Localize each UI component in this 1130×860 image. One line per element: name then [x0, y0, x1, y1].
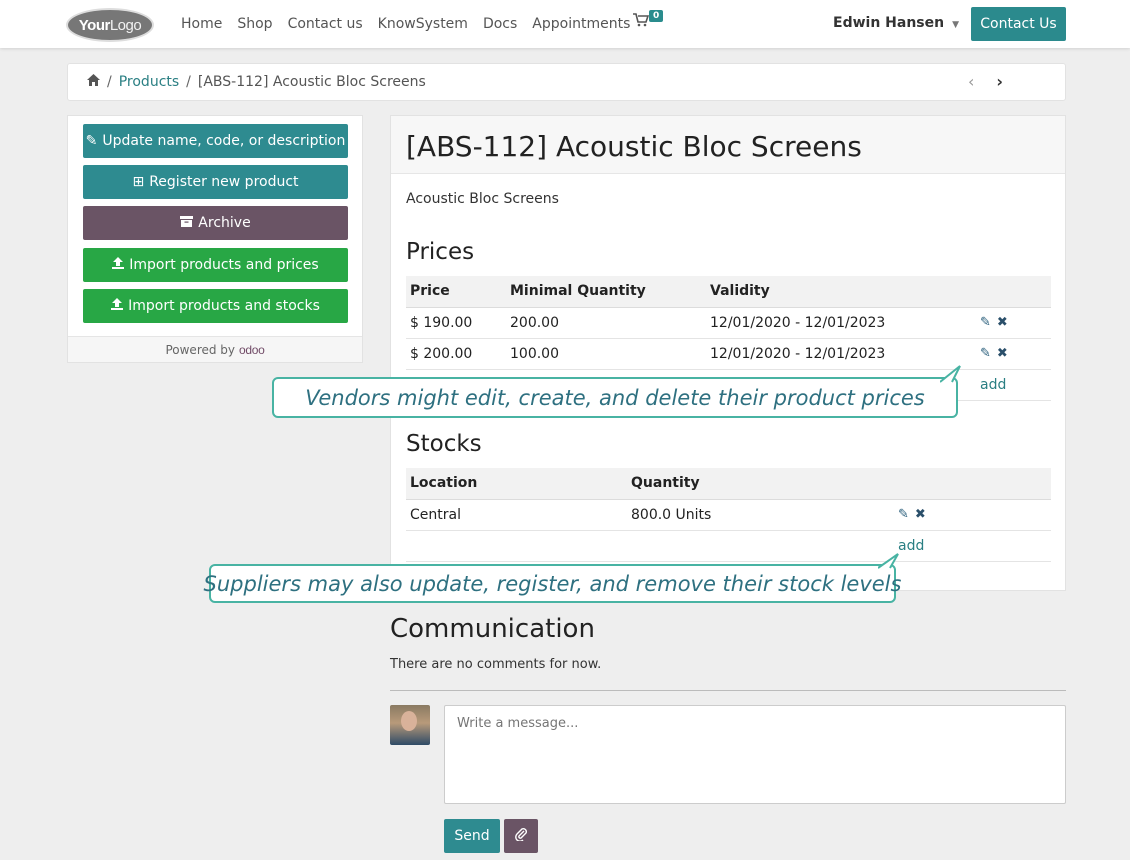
- caret-down-icon: ▼: [952, 20, 960, 30]
- column-header-price: Price: [406, 276, 506, 308]
- no-comments-text: There are no comments for now.: [390, 657, 602, 672]
- powered-by-footer: Powered by odoo: [68, 336, 362, 362]
- paperclip-icon: [515, 827, 527, 845]
- menu-item-shop[interactable]: Shop: [237, 16, 272, 32]
- empty-cell: [406, 530, 627, 562]
- stocks-callout-pointer: [878, 553, 899, 569]
- update-product-label: Update name, code, or description: [102, 133, 346, 149]
- delete-icon[interactable]: ✖: [997, 315, 1008, 330]
- cart-count-badge: 0: [649, 10, 664, 22]
- row-actions: ✎ ✖: [976, 338, 1051, 370]
- odoo-logo[interactable]: odoo: [239, 343, 265, 357]
- row-actions: ✎ ✖: [976, 307, 1051, 339]
- prices-callout-pointer: [940, 365, 961, 383]
- prices-section-title: Prices: [406, 239, 475, 265]
- archive-button[interactable]: Archive: [83, 206, 348, 240]
- shopping-cart-icon: [633, 13, 650, 31]
- prices-header-row: Price Minimal Quantity Validity: [406, 276, 1051, 308]
- main-menu: Home Shop Contact us KnowSystem Docs App…: [181, 0, 645, 48]
- breadcrumb-current: [ABS-112] Acoustic Bloc Screens: [197, 74, 426, 90]
- chevron-right-icon[interactable]: ›: [996, 72, 1003, 91]
- import-stocks-button[interactable]: Import products and stocks: [83, 289, 348, 323]
- edit-icon[interactable]: ✎: [898, 507, 909, 522]
- menu-item-home[interactable]: Home: [181, 16, 222, 32]
- upload-icon: [112, 257, 125, 273]
- delete-icon[interactable]: ✖: [915, 507, 926, 522]
- attach-button[interactable]: [504, 819, 538, 853]
- prices-callout: Vendors might edit, create, and delete t…: [272, 377, 958, 418]
- column-header-min-qty: Minimal Quantity: [506, 276, 706, 308]
- user-name: Edwin Hansen: [833, 15, 945, 31]
- divider: [390, 690, 1066, 691]
- register-product-button[interactable]: ⊞ Register new product: [83, 165, 348, 199]
- breadcrumb: / Products / [ABS-112] Acoustic Bloc Scr…: [87, 74, 426, 90]
- column-header-validity: Validity: [706, 276, 976, 308]
- import-prices-button[interactable]: Import products and prices: [83, 248, 348, 282]
- product-card-header: [ABS-112] Acoustic Bloc Screens: [391, 116, 1065, 174]
- product-description: Acoustic Bloc Screens: [406, 191, 559, 207]
- avatar: [390, 705, 430, 745]
- add-row: add: [406, 530, 1051, 562]
- validity-cell: 12/01/2020 - 12/01/2023: [706, 307, 976, 339]
- row-actions: ✎ ✖: [894, 499, 1051, 531]
- menu-item-docs[interactable]: Docs: [483, 16, 517, 32]
- cart-link[interactable]: 0: [633, 10, 664, 31]
- validity-cell: 12/01/2020 - 12/01/2023: [706, 338, 976, 370]
- user-menu-dropdown[interactable]: Edwin Hansen ▼: [833, 15, 959, 31]
- menu-item-contact-us[interactable]: Contact us: [288, 16, 363, 32]
- communication-title: Communication: [390, 614, 595, 644]
- update-product-button[interactable]: ✎ Update name, code, or description: [83, 124, 348, 158]
- stocks-table: Location Quantity Central 800.0 Units ✎ ✖…: [406, 468, 1051, 562]
- column-header-location: Location: [406, 468, 627, 500]
- add-cell: add: [894, 530, 1051, 562]
- plus-square-icon: ⊞: [132, 174, 145, 190]
- price-cell: $ 190.00: [406, 307, 506, 339]
- top-navbar: Your Logo Home Shop Contact us KnowSystem…: [0, 0, 1130, 48]
- empty-cell: [627, 530, 894, 562]
- edit-icon[interactable]: ✎: [980, 346, 991, 361]
- add-cell: add: [976, 369, 1051, 401]
- add-price-link[interactable]: add: [980, 377, 1006, 393]
- stocks-section-title: Stocks: [406, 431, 482, 457]
- record-pager: ‹ ›: [968, 72, 1003, 91]
- menu-item-appointments[interactable]: Appointments: [532, 16, 630, 32]
- send-button[interactable]: Send: [444, 819, 500, 853]
- archive-label: Archive: [198, 215, 251, 231]
- powered-by-label: Powered by: [165, 342, 236, 357]
- register-product-label: Register new product: [149, 174, 299, 190]
- edit-icon[interactable]: ✎: [980, 315, 991, 330]
- archive-icon: [180, 215, 194, 231]
- import-prices-label: Import products and prices: [129, 257, 319, 273]
- home-icon[interactable]: [87, 74, 100, 90]
- table-row: $ 190.00 200.00 12/01/2020 - 12/01/2023 …: [406, 307, 1051, 339]
- min-qty-cell: 200.00: [506, 307, 706, 339]
- column-header-actions: [976, 276, 1051, 308]
- page-title: [ABS-112] Acoustic Bloc Screens: [406, 130, 862, 163]
- stocks-callout: Suppliers may also update, register, and…: [204, 564, 901, 603]
- delete-icon[interactable]: ✖: [997, 346, 1008, 361]
- product-card: [ABS-112] Acoustic Bloc Screens Acoustic…: [390, 115, 1066, 591]
- add-stock-link[interactable]: add: [898, 538, 924, 554]
- actions-sidebar: ✎ Update name, code, or description ⊞ Regi…: [67, 115, 363, 363]
- quantity-cell: 800.0 Units: [627, 499, 894, 531]
- breadcrumb-products-link[interactable]: Products: [119, 74, 179, 90]
- column-header-quantity: Quantity: [627, 468, 894, 500]
- column-header-actions: [894, 468, 1051, 500]
- upload-icon: [111, 298, 124, 314]
- location-cell: Central: [406, 499, 627, 531]
- chevron-left-icon[interactable]: ‹: [968, 72, 974, 91]
- breadcrumb-separator: /: [107, 74, 112, 90]
- message-input[interactable]: [444, 705, 1066, 804]
- company-logo[interactable]: Your Logo: [66, 8, 154, 42]
- table-row: Central 800.0 Units ✎ ✖: [406, 499, 1051, 531]
- price-cell: $ 200.00: [406, 338, 506, 370]
- contact-us-button[interactable]: Contact Us: [971, 7, 1066, 41]
- import-stocks-label: Import products and stocks: [128, 298, 320, 314]
- menu-item-knowsystem[interactable]: KnowSystem: [378, 16, 468, 32]
- min-qty-cell: 100.00: [506, 338, 706, 370]
- breadcrumb-separator: /: [186, 74, 191, 90]
- edit-icon: ✎: [85, 133, 98, 149]
- breadcrumb-bar: / Products / [ABS-112] Acoustic Bloc Scr…: [67, 63, 1066, 101]
- stocks-header-row: Location Quantity: [406, 468, 1051, 500]
